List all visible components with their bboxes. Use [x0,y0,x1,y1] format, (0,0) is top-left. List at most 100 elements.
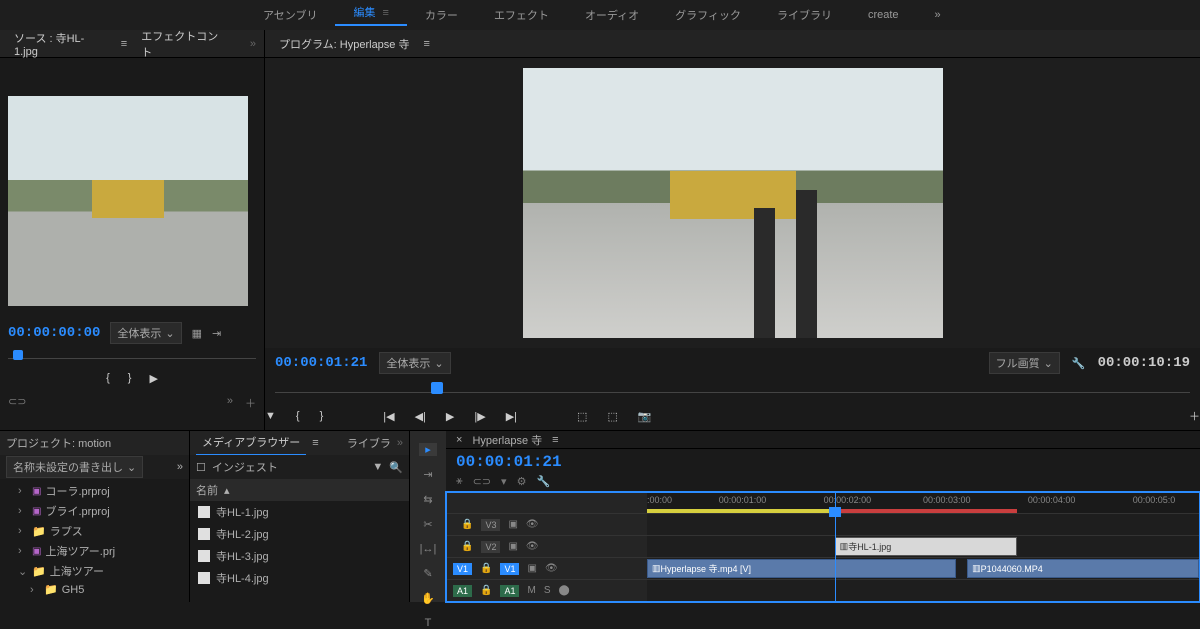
settings-icon[interactable]: ⚙ [517,475,527,488]
file-item[interactable]: 寺HL-2.jpg [190,523,409,545]
wrench-icon[interactable]: 🔧 [1072,357,1086,370]
sequence-tab[interactable]: Hyperlapse 寺 [472,432,542,448]
type-tool-icon[interactable]: T [419,617,437,629]
mark-out-icon[interactable]: } [128,372,132,385]
project-tab[interactable]: プロジェクト: motion [6,435,111,451]
tab-audio[interactable]: オーディオ [567,7,657,23]
panel-menu-icon[interactable]: ≡ [121,38,127,50]
search-icon[interactable]: 🔍 [389,461,403,474]
pen-tool-icon[interactable]: ✎ [419,567,437,580]
razor-tool-icon[interactable]: ✂ [419,518,437,531]
ingest-checkbox[interactable]: ☐ [196,461,206,474]
source-zoom-dropdown[interactable]: 全体表示 ⌄ [110,322,181,344]
add-icon[interactable]: ＋ [245,395,256,411]
mark-out-icon[interactable]: } [320,410,324,422]
source-tab[interactable]: ソース : 寺HL-1.jpg [8,26,113,62]
overflow-icon[interactable]: » [250,38,256,50]
export-frame-icon[interactable]: 📷 [638,410,652,423]
overflow-icon[interactable]: » [177,461,183,473]
slip-tool-icon[interactable]: |↔| [419,543,437,555]
file-item[interactable]: 寺HL-1.jpg [190,501,409,523]
panel-menu-icon[interactable]: ≡ [423,38,429,50]
source-ruler[interactable] [8,350,256,364]
toggle-output-icon[interactable]: ▣ [508,541,517,552]
tab-color[interactable]: カラー [407,7,476,23]
track-v1-label[interactable]: V1 [500,563,519,575]
file-item[interactable]: 寺HL-3.jpg [190,545,409,567]
eye-icon[interactable]: 👁 [526,541,539,552]
ripple-edit-tool-icon[interactable]: ⇆ [419,493,437,506]
go-to-in-icon[interactable]: |◀ [383,410,394,423]
program-ruler[interactable] [275,382,1190,398]
lock-icon[interactable]: 🔒 [461,519,473,530]
solo-icon[interactable]: S [544,585,551,596]
program-timecode[interactable]: 00:00:01:21 [275,355,367,371]
tree-item[interactable]: ⌄📁上海ツアー [0,561,189,581]
go-to-out-icon[interactable]: ▶| [506,410,517,423]
source-a1-label[interactable]: A1 [453,585,472,597]
tree-item[interactable]: ›📁ラプス [0,521,189,541]
track-a1-label[interactable]: A1 [500,585,519,597]
tree-item[interactable]: ›📁GH5 [0,581,189,598]
toggle-output-icon[interactable]: ▣ [527,563,536,574]
timeline-ruler[interactable]: :00:00 00:00:01:00 00:00:02:00 00:00:03:… [647,493,1199,513]
mute-icon[interactable]: M [527,585,535,596]
mark-in-icon[interactable]: { [106,372,110,385]
tree-item[interactable]: ›▣ブライ.prproj [0,501,189,521]
source-playhead[interactable] [13,350,23,360]
media-browser-tab[interactable]: メディアブラウザー [196,430,306,456]
overflow-icon[interactable]: » [227,395,233,411]
tree-item[interactable]: ›▣コーラ.prproj [0,481,189,501]
program-playhead[interactable] [431,382,443,394]
timeline-timecode[interactable]: 00:00:01:21 [456,453,562,471]
tab-overflow[interactable]: » [917,9,959,21]
timeline-tracks[interactable]: :00:00 00:00:01:00 00:00:02:00 00:00:03:… [647,493,1199,601]
clip-video[interactable]: ▥P1044060.MP4 [967,559,1199,578]
wrench-icon[interactable]: 🔧 [536,475,550,488]
toggle-output-icon[interactable]: ▣ [508,519,517,530]
library-tab[interactable]: ライブラ [347,435,391,451]
add-icon[interactable]: ＋ [1189,408,1200,424]
file-item[interactable]: 寺HL-4.jpg [190,567,409,589]
program-monitor[interactable] [523,68,943,338]
timeline-playhead[interactable] [829,507,841,517]
track-select-tool-icon[interactable]: ⇥ [419,468,437,481]
program-tab[interactable]: プログラム: Hyperlapse 寺 [273,32,415,56]
source-timecode[interactable]: 00:00:00:00 [8,325,100,341]
tab-graphics[interactable]: グラフィック [657,7,759,23]
source-v1-label[interactable]: V1 [453,563,472,575]
tab-edit[interactable]: 編集 ≡ [335,4,406,26]
panel-menu-icon[interactable]: ≡ [312,437,318,449]
overflow-icon[interactable]: » [397,437,403,449]
tree-item[interactable]: ›▣上海ツアー.prj [0,541,189,561]
tab-library[interactable]: ライブラリ [759,7,850,23]
source-settings-icon[interactable]: ▦ [192,327,202,340]
eye-icon[interactable]: 👁 [545,563,558,574]
program-quality-dropdown[interactable]: フル画質 ⌄ [989,352,1060,374]
record-icon[interactable]: ⬤ [559,585,570,596]
tab-create[interactable]: create [850,9,917,21]
source-insert-icon[interactable]: ⇥ [212,327,221,340]
program-zoom-dropdown[interactable]: 全体表示 ⌄ [379,352,450,374]
linked-selection-icon[interactable]: ⊂⊃ [473,475,491,488]
selection-tool-icon[interactable]: ▸ [419,443,437,456]
step-back-icon[interactable]: ◀| [415,410,426,423]
play-icon[interactable]: ▶ [149,372,157,385]
snap-icon[interactable]: ⚹ [456,475,463,488]
add-marker-icon[interactable]: ▼ [265,410,276,422]
lift-icon[interactable]: ⬚ [577,410,587,423]
marker-icon[interactable]: ▾ [501,475,507,488]
filter-icon[interactable]: ▼ [372,461,383,473]
hand-tool-icon[interactable]: ✋ [419,592,437,605]
link-icon[interactable]: ⊂⊃ [8,395,26,411]
extract-icon[interactable]: ⬚ [607,410,617,423]
tab-assembly[interactable]: アセンブリ [245,7,335,23]
track-v2-label[interactable]: V2 [481,541,500,553]
track-v3-label[interactable]: V3 [481,519,500,531]
lock-icon[interactable]: 🔒 [480,563,492,574]
panel-menu-icon[interactable]: ≡ [552,434,558,446]
source-monitor[interactable] [8,96,248,306]
play-icon[interactable]: ▶ [446,410,454,423]
name-column-header[interactable]: 名前 [196,482,218,498]
tab-effects[interactable]: エフェクト [476,7,567,23]
